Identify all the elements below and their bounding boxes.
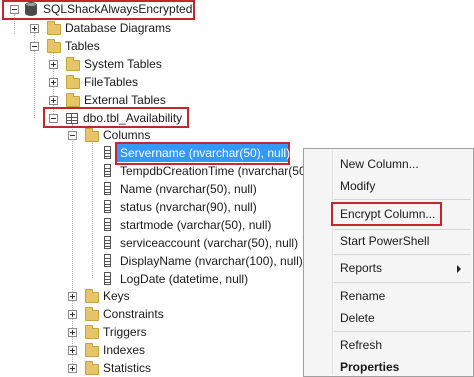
tree-node-constraints[interactable]: Constraints: [0, 305, 200, 323]
column-icon: [104, 236, 111, 249]
column-icon: [104, 182, 111, 195]
folder-icon: [66, 93, 80, 107]
table-highlight-box: [43, 107, 189, 128]
expand-toggle-icon[interactable]: [68, 292, 77, 301]
expand-toggle-icon[interactable]: [49, 60, 58, 69]
menu-item-modify[interactable]: Modify: [340, 179, 375, 193]
expand-toggle-icon[interactable]: [68, 328, 77, 337]
tree-node-indexes[interactable]: Indexes: [0, 341, 200, 359]
statistics-label: Statistics: [103, 361, 152, 375]
database-highlight-box: [2, 0, 195, 20]
encrypt-column-highlight-box: [331, 202, 442, 226]
database-diagrams-label: Database Diagrams: [65, 21, 172, 35]
constraints-label: Constraints: [103, 307, 164, 321]
triggers-label: Triggers: [103, 325, 147, 339]
tree-node-column[interactable]: Name (nvarchar(50), null): [0, 180, 300, 198]
tree-node-column[interactable]: TempdbCreationTime (nvarchar(50: [0, 162, 306, 180]
expand-toggle-icon[interactable]: [68, 346, 77, 355]
folder-icon: [47, 21, 61, 35]
expand-toggle-icon[interactable]: [68, 364, 77, 373]
tree-node-system-tables[interactable]: System Tables: [0, 55, 200, 73]
context-menu: New Column... Modify Encrypt Column... S…: [303, 148, 474, 377]
tree-node-column[interactable]: LogDate (datetime, null): [0, 270, 300, 288]
menu-item-refresh[interactable]: Refresh: [340, 338, 382, 352]
tree-node-column[interactable]: startmode (varchar(50), null): [0, 216, 300, 234]
menu-separator: [334, 254, 471, 255]
folder-icon: [66, 57, 80, 71]
column-label: Servername (nvarchar(50), null): [120, 146, 291, 160]
column-label: LogDate (datetime, null): [120, 272, 249, 286]
column-label: startmode (varchar(50), null): [120, 218, 272, 232]
column-icon: [104, 164, 111, 177]
menu-separator: [334, 331, 471, 332]
expand-toggle-icon[interactable]: [68, 310, 77, 319]
column-label: DisplayName (nvarchar(100), null): [120, 254, 303, 268]
tables-label: Tables: [65, 39, 100, 53]
tree-node-column[interactable]: status (nvarchar(90), null): [0, 198, 300, 216]
folder-icon: [85, 325, 99, 339]
menu-item-reports[interactable]: Reports: [340, 261, 382, 275]
tree-node-statistics[interactable]: Statistics: [0, 359, 200, 377]
tree-node-triggers[interactable]: Triggers: [0, 323, 200, 341]
system-tables-label: System Tables: [84, 57, 162, 71]
menu-separator: [334, 282, 471, 283]
file-tables-label: FileTables: [84, 75, 139, 89]
column-icon: [104, 146, 111, 159]
column-label: TempdbCreationTime (nvarchar(50: [120, 164, 306, 178]
folder-icon: [85, 361, 99, 375]
folder-icon: [85, 307, 99, 321]
keys-label: Keys: [103, 289, 130, 303]
tree-node-file-tables[interactable]: FileTables: [0, 73, 200, 91]
menu-item-delete[interactable]: Delete: [340, 311, 375, 325]
column-label: Name (nvarchar(50), null): [120, 182, 257, 196]
folder-icon: [85, 289, 99, 303]
tree-node-tables[interactable]: Tables: [0, 37, 200, 55]
indexes-label: Indexes: [103, 343, 146, 357]
expand-toggle-icon[interactable]: [49, 78, 58, 87]
columns-label: Columns: [103, 128, 151, 142]
submenu-arrow-icon: [457, 265, 461, 273]
menu-icon-gutter: [332, 150, 333, 375]
column-icon: [104, 218, 111, 231]
collapse-toggle-icon[interactable]: [30, 42, 39, 51]
column-label: status (nvarchar(90), null): [120, 200, 257, 214]
menu-item-start-powershell[interactable]: Start PowerShell: [340, 234, 429, 248]
column-icon: [104, 272, 111, 285]
expand-toggle-icon[interactable]: [30, 24, 39, 33]
column-icon: [104, 254, 111, 267]
tree-node-database-diagrams[interactable]: Database Diagrams: [0, 19, 200, 37]
tree-node-column[interactable]: DisplayName (nvarchar(100), null): [0, 252, 303, 270]
menu-item-properties[interactable]: Properties: [340, 360, 399, 374]
menu-item-new-column[interactable]: New Column...: [340, 157, 419, 171]
folder-icon: [66, 75, 80, 89]
external-tables-label: External Tables: [84, 93, 166, 107]
folder-icon: [85, 128, 99, 142]
menu-separator: [334, 199, 471, 200]
menu-separator: [334, 229, 471, 230]
column-label: serviceaccount (varchar(50), null): [120, 236, 299, 250]
tree-node-column[interactable]: serviceaccount (varchar(50), null): [0, 234, 300, 252]
collapse-toggle-icon[interactable]: [68, 131, 77, 140]
expand-toggle-icon[interactable]: [49, 96, 58, 105]
tree-node-column[interactable]: Servername (nvarchar(50), null): [0, 144, 300, 162]
tree-node-keys[interactable]: Keys: [0, 287, 200, 305]
column-icon: [104, 200, 111, 213]
menu-item-rename[interactable]: Rename: [340, 289, 385, 303]
folder-icon: [47, 39, 61, 53]
folder-icon: [85, 343, 99, 357]
